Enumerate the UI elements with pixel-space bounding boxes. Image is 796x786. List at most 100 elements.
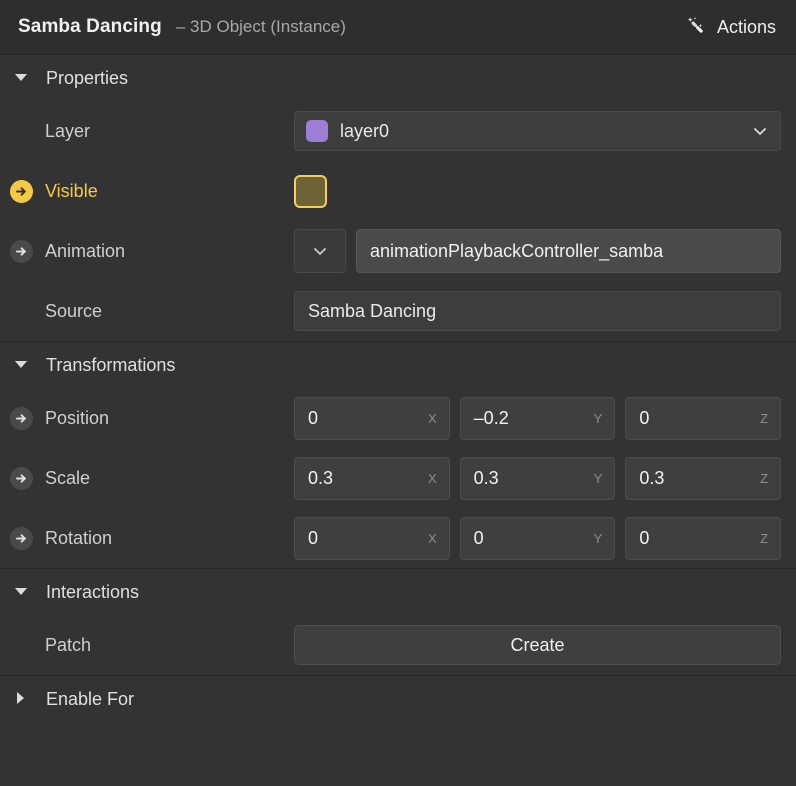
field-area-visible xyxy=(294,175,781,208)
row-label-wrap-rotation: Rotation xyxy=(10,527,294,550)
rotation-y-value: 0 xyxy=(474,528,594,549)
section-title-interactions: Interactions xyxy=(46,582,139,603)
section-header-enable-for[interactable]: Enable For xyxy=(0,676,796,722)
arrow-right-circle-icon-visible[interactable] xyxy=(10,180,33,203)
position-x-value: 0 xyxy=(308,408,428,429)
row-label-wrap-visible: Visible xyxy=(10,180,294,203)
field-area-source: Samba Dancing xyxy=(294,291,781,331)
scale-z-input[interactable]: 0.3 Z xyxy=(625,457,781,500)
section-header-interactions[interactable]: Interactions xyxy=(0,569,796,615)
create-patch-button[interactable]: Create xyxy=(294,625,781,665)
layer-select-value: layer0 xyxy=(340,121,752,142)
arrow-placeholder xyxy=(10,120,33,143)
arrow-right-circle-icon-animation[interactable] xyxy=(10,240,33,263)
section-header-transformations[interactable]: Transformations xyxy=(0,342,796,388)
scale-y-input[interactable]: 0.3 Y xyxy=(460,457,616,500)
chevron-right-icon xyxy=(14,691,30,707)
layer-color-swatch xyxy=(306,120,328,142)
field-area-animation: animationPlaybackController_samba xyxy=(294,229,781,273)
rotation-x-input[interactable]: 0 X xyxy=(294,517,450,560)
scale-y-value: 0.3 xyxy=(474,468,594,489)
rotation-x-value: 0 xyxy=(308,528,428,549)
layer-select[interactable]: layer0 xyxy=(294,111,781,151)
object-inspector-panel: Samba Dancing – 3D Object (Instance) Ac xyxy=(0,0,796,786)
page-title: Samba Dancing xyxy=(18,16,162,38)
row-patch: Patch Create xyxy=(0,615,796,675)
field-area-scale: 0.3 X 0.3 Y 0.3 Z xyxy=(294,457,781,500)
chevron-down-icon xyxy=(14,70,30,86)
row-label-wrap-animation: Animation xyxy=(10,240,294,263)
section-enable-for: Enable For xyxy=(0,675,796,722)
row-animation: Animation animationPlaybackController_sa… xyxy=(0,221,796,281)
row-label-wrap-scale: Scale xyxy=(10,467,294,490)
scale-x-input[interactable]: 0.3 X xyxy=(294,457,450,500)
section-header-properties[interactable]: Properties xyxy=(0,55,796,101)
row-label-layer: Layer xyxy=(45,121,90,142)
actions-button[interactable]: Actions xyxy=(686,16,776,38)
row-label-wrap-patch: Patch xyxy=(10,634,294,657)
section-transformations: Transformations Position 0 X –0.2 Y xyxy=(0,341,796,568)
axis-label-x: X xyxy=(428,411,437,426)
section-title-properties: Properties xyxy=(46,68,128,89)
axis-label-x: X xyxy=(428,471,437,486)
row-label-wrap-source: Source xyxy=(10,300,294,323)
object-type-subtitle: – 3D Object (Instance) xyxy=(176,17,346,37)
position-z-input[interactable]: 0 Z xyxy=(625,397,781,440)
axis-label-y: Y xyxy=(594,531,603,546)
scale-z-value: 0.3 xyxy=(639,468,760,489)
visible-checkbox[interactable] xyxy=(294,175,327,208)
position-y-value: –0.2 xyxy=(474,408,594,429)
row-position: Position 0 X –0.2 Y 0 Z xyxy=(0,388,796,448)
scale-x-value: 0.3 xyxy=(308,468,428,489)
arrow-placeholder xyxy=(10,300,33,323)
row-visible: Visible xyxy=(0,161,796,221)
axis-label-z: Z xyxy=(760,531,768,546)
inspector-header: Samba Dancing – 3D Object (Instance) Ac xyxy=(0,0,796,55)
animation-value-field[interactable]: animationPlaybackController_samba xyxy=(356,229,781,273)
animation-dropdown-button[interactable] xyxy=(294,229,346,273)
rotation-y-input[interactable]: 0 Y xyxy=(460,517,616,560)
arrow-placeholder xyxy=(10,634,33,657)
row-label-scale: Scale xyxy=(45,468,90,489)
magic-wand-icon xyxy=(686,16,708,38)
axis-label-y: Y xyxy=(594,411,603,426)
field-area-rotation: 0 X 0 Y 0 Z xyxy=(294,517,781,560)
position-z-value: 0 xyxy=(639,408,760,429)
rotation-z-value: 0 xyxy=(639,528,760,549)
chevron-down-icon xyxy=(752,123,768,139)
row-label-rotation: Rotation xyxy=(45,528,112,549)
row-layer: Layer layer0 xyxy=(0,101,796,161)
row-label-wrap-position: Position xyxy=(10,407,294,430)
field-area-position: 0 X –0.2 Y 0 Z xyxy=(294,397,781,440)
section-interactions: Interactions Patch Create xyxy=(0,568,796,675)
position-x-input[interactable]: 0 X xyxy=(294,397,450,440)
field-area-layer: layer0 xyxy=(294,111,781,151)
section-title-enable-for: Enable For xyxy=(46,689,134,710)
position-y-input[interactable]: –0.2 Y xyxy=(460,397,616,440)
axis-label-z: Z xyxy=(760,411,768,426)
axis-label-y: Y xyxy=(594,471,603,486)
row-label-source: Source xyxy=(45,301,102,322)
row-label-patch: Patch xyxy=(45,635,91,656)
section-properties: Properties Layer layer0 xyxy=(0,55,796,341)
row-rotation: Rotation 0 X 0 Y 0 Z xyxy=(0,508,796,568)
section-title-transformations: Transformations xyxy=(46,355,175,376)
source-value-field[interactable]: Samba Dancing xyxy=(294,291,781,331)
row-label-position: Position xyxy=(45,408,109,429)
row-label-wrap-layer: Layer xyxy=(10,120,294,143)
arrow-right-circle-icon-rotation[interactable] xyxy=(10,527,33,550)
chevron-down-icon xyxy=(14,357,30,373)
row-scale: Scale 0.3 X 0.3 Y 0.3 Z xyxy=(0,448,796,508)
chevron-down-icon xyxy=(312,243,328,259)
row-label-visible: Visible xyxy=(45,181,98,202)
row-source: Source Samba Dancing xyxy=(0,281,796,341)
arrow-right-circle-icon-scale[interactable] xyxy=(10,467,33,490)
axis-label-x: X xyxy=(428,531,437,546)
axis-label-z: Z xyxy=(760,471,768,486)
rotation-z-input[interactable]: 0 Z xyxy=(625,517,781,560)
actions-label: Actions xyxy=(717,17,776,38)
chevron-down-icon xyxy=(14,584,30,600)
row-label-animation: Animation xyxy=(45,241,125,262)
arrow-right-circle-icon-position[interactable] xyxy=(10,407,33,430)
field-area-patch: Create xyxy=(294,625,781,665)
